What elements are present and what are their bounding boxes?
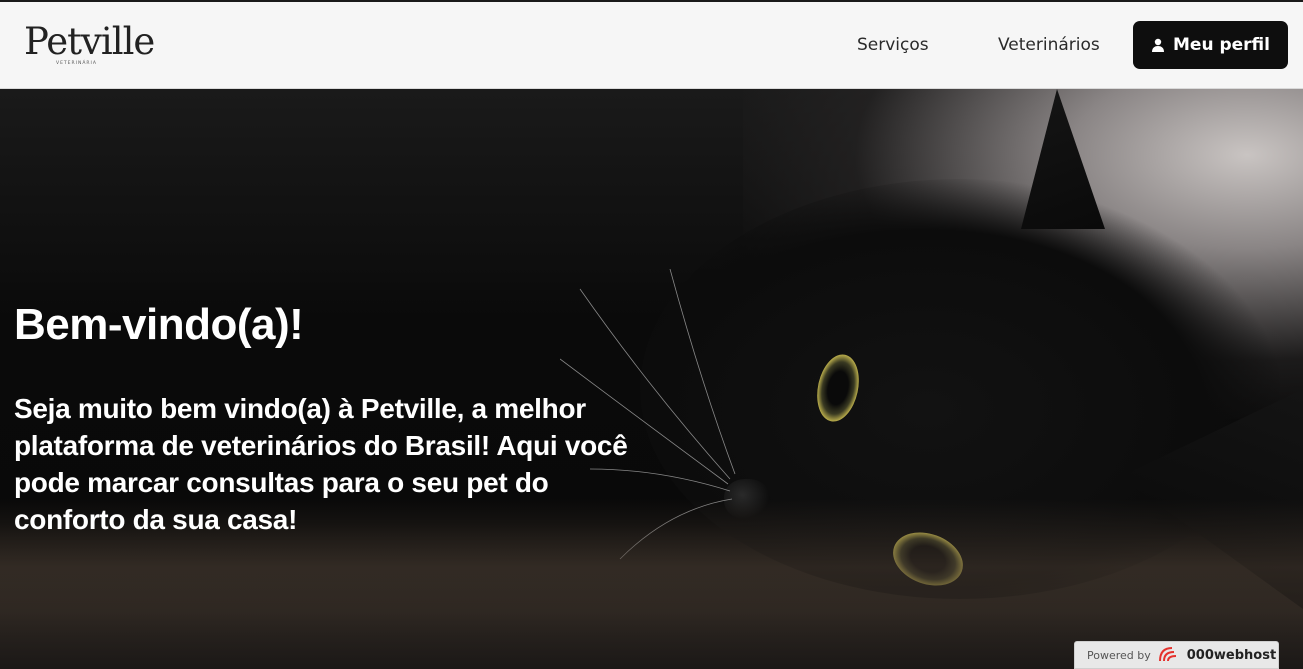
- hero-section: [0, 89, 1303, 669]
- 000webhost-logo-icon: [1158, 647, 1176, 662]
- nav-servicos-link[interactable]: Serviços: [857, 35, 929, 55]
- petville-logo[interactable]: Petville VETERINÁRIA: [24, 20, 155, 70]
- hero-description: Seja muito bem vindo(a) à Petville, a me…: [14, 393, 628, 535]
- powered-by-prefix: Powered by: [1087, 648, 1151, 662]
- logo-subtext: VETERINÁRIA: [56, 61, 97, 66]
- nav-veterinarios-link[interactable]: Veterinários: [998, 35, 1100, 55]
- profile-button[interactable]: Meu perfil: [1133, 21, 1288, 69]
- site-header: Petville VETERINÁRIA Serviços Veterinári…: [0, 2, 1303, 89]
- user-icon: [1152, 38, 1164, 52]
- powered-by-badge[interactable]: Powered by 000webhost: [1074, 641, 1279, 669]
- logo-text: Petville: [24, 20, 155, 63]
- powered-by-brand: 000webhost: [1186, 647, 1277, 663]
- profile-button-label: Meu perfil: [1173, 35, 1270, 55]
- hero-title: Bem-vindo(a)!: [14, 300, 304, 349]
